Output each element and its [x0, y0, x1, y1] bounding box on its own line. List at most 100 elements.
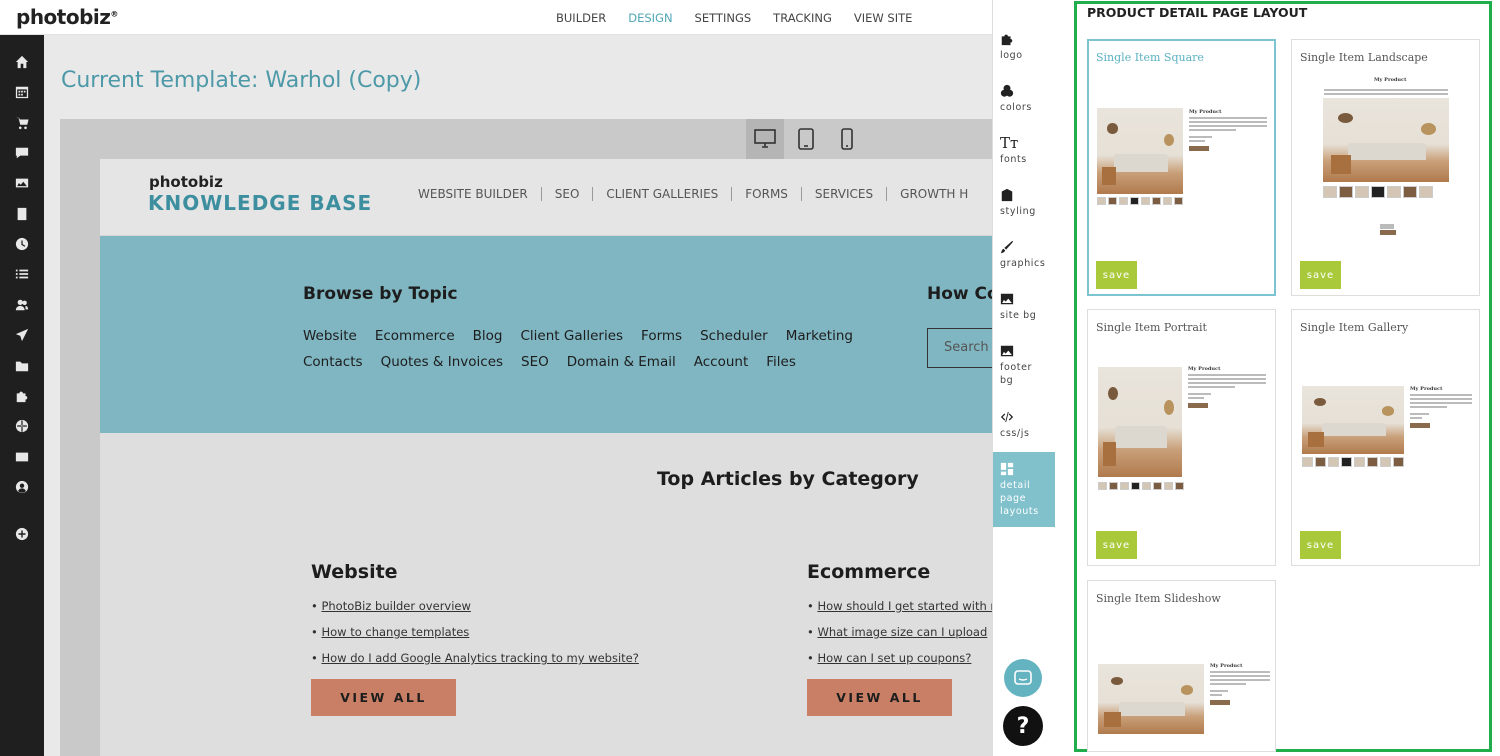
- tool-site-bg[interactable]: site bg: [993, 290, 1056, 322]
- tool-label: detail page layouts: [1000, 480, 1039, 517]
- tool-label: site bg: [1000, 310, 1037, 321]
- puzzle-icon[interactable]: [13, 387, 31, 405]
- article-link[interactable]: • PhotoBiz builder overview: [311, 599, 711, 613]
- layout-panel: PRODUCT DETAIL PAGE LAYOUT Single Item S…: [1055, 0, 1500, 756]
- product-photo: [1098, 367, 1182, 477]
- tool-fonts[interactable]: Tт fonts: [993, 134, 1056, 166]
- save-button[interactable]: save: [1096, 531, 1137, 559]
- tool-colors[interactable]: colors: [993, 82, 1056, 114]
- nav-view-site[interactable]: VIEW SITE: [854, 11, 913, 25]
- code-icon: [1000, 411, 1014, 423]
- article-link[interactable]: • How to change templates: [311, 625, 711, 639]
- layout-name: Single Item Slideshow: [1096, 592, 1221, 605]
- tool-label: css/js: [1000, 428, 1030, 439]
- article-link[interactable]: • How do I add Google Analytics tracking…: [311, 651, 711, 665]
- tool-graphics[interactable]: graphics: [993, 238, 1056, 270]
- layout-name: Single Item Portrait: [1096, 321, 1207, 334]
- kb-logo-bottom: KNOWLEDGE BASE: [148, 191, 373, 215]
- left-sidebar: [0, 35, 44, 756]
- topic-link[interactable]: Website: [303, 328, 357, 344]
- mobile-view-button[interactable]: [828, 119, 866, 159]
- view-all-button[interactable]: VIEW ALL: [807, 679, 952, 716]
- save-button[interactable]: save: [1300, 531, 1341, 559]
- browse-title: Browse by Topic: [303, 284, 458, 304]
- layout-name: Single Item Gallery: [1300, 321, 1409, 334]
- nav-tracking[interactable]: TRACKING: [773, 11, 832, 25]
- account-icon[interactable]: [13, 478, 31, 496]
- layout-name: Single Item Landscape: [1300, 51, 1428, 64]
- chat-button[interactable]: [1004, 659, 1042, 697]
- topic-link[interactable]: Forms: [641, 328, 682, 344]
- image-icon: [1000, 293, 1014, 305]
- site-nav-item[interactable]: FORMS: [732, 187, 802, 201]
- page-title: Current Template: Warhol (Copy): [61, 68, 422, 93]
- list-icon[interactable]: [13, 265, 31, 283]
- column-title: Ecommerce: [807, 561, 931, 583]
- help-button[interactable]: ?: [1003, 706, 1043, 746]
- topic-link[interactable]: Blog: [473, 328, 503, 344]
- topic-link[interactable]: Scheduler: [700, 328, 768, 344]
- site-nav-item[interactable]: SEO: [542, 187, 594, 201]
- calendar-grid-icon[interactable]: [13, 83, 31, 101]
- topic-link[interactable]: Quotes & Invoices: [381, 354, 503, 370]
- chat-icon[interactable]: [13, 144, 31, 162]
- clock-icon[interactable]: [13, 235, 31, 253]
- building-icon: [1001, 188, 1013, 202]
- cart-icon[interactable]: [13, 114, 31, 132]
- view-all-button[interactable]: VIEW ALL: [311, 679, 456, 716]
- topic-link[interactable]: SEO: [521, 354, 549, 370]
- folder-icon[interactable]: [13, 357, 31, 375]
- layout-card-gallery[interactable]: Single Item Gallery My Product save: [1291, 309, 1480, 566]
- add-icon[interactable]: [13, 525, 31, 543]
- topic-link[interactable]: Files: [766, 354, 796, 370]
- home-icon[interactable]: [13, 53, 31, 71]
- send-icon[interactable]: [13, 326, 31, 344]
- app-logo[interactable]: photobiz®: [16, 5, 118, 29]
- search-input[interactable]: Search: [927, 328, 992, 368]
- nav-builder[interactable]: BUILDER: [556, 11, 606, 25]
- tablet-view-button[interactable]: [787, 119, 825, 159]
- product-info: My Product: [1189, 109, 1267, 151]
- topic-link[interactable]: Domain & Email: [567, 354, 676, 370]
- tablet-icon: [798, 128, 814, 150]
- article-link[interactable]: • How can I set up coupons?: [807, 651, 992, 665]
- desktop-view-button[interactable]: [746, 119, 784, 159]
- topic-link[interactable]: Account: [694, 354, 749, 370]
- users-icon[interactable]: [13, 296, 31, 314]
- save-button[interactable]: save: [1300, 261, 1341, 289]
- layout-card-slideshow[interactable]: Single Item Slideshow My Product: [1087, 580, 1276, 752]
- top-articles-title: Top Articles by Category: [657, 468, 919, 490]
- chat-icon: [1014, 670, 1032, 685]
- nav-design[interactable]: DESIGN: [628, 11, 672, 25]
- tool-logo[interactable]: logo: [993, 30, 1056, 62]
- topic-link[interactable]: Ecommerce: [375, 328, 455, 344]
- topic-link[interactable]: Contacts: [303, 354, 363, 370]
- topic-link[interactable]: Marketing: [786, 328, 853, 344]
- tool-label: footer bg: [1000, 362, 1033, 386]
- layout-card-square[interactable]: Single Item Square My Product save: [1087, 39, 1276, 296]
- topic-link[interactable]: Client Galleries: [520, 328, 623, 344]
- mail-icon[interactable]: [13, 448, 31, 466]
- tool-styling[interactable]: styling: [993, 186, 1056, 218]
- document-icon[interactable]: [13, 205, 31, 223]
- layout-card-landscape[interactable]: Single Item Landscape My Product save: [1291, 39, 1480, 296]
- article-link[interactable]: • How should I get started with n: [807, 599, 992, 613]
- desktop-icon: [754, 129, 776, 148]
- site-nav-item[interactable]: GROWTH H: [887, 187, 981, 201]
- site-nav-item[interactable]: CLIENT GALLERIES: [593, 187, 733, 201]
- article-link[interactable]: • What image size can I upload: [807, 625, 992, 639]
- nav-settings[interactable]: SETTINGS: [695, 11, 752, 25]
- save-button[interactable]: save: [1096, 261, 1137, 289]
- globe-icon[interactable]: [13, 417, 31, 435]
- gallery-icon[interactable]: [13, 174, 31, 192]
- site-nav-item[interactable]: WEBSITE BUILDER: [405, 187, 542, 201]
- tool-detail-page-layouts[interactable]: detail page layouts: [993, 452, 1056, 527]
- site-nav-item[interactable]: SERVICES: [802, 187, 888, 201]
- product-name: My Product: [1374, 77, 1407, 83]
- layout-card-portrait[interactable]: Single Item Portrait My Product save: [1087, 309, 1276, 566]
- column-title: Website: [311, 561, 398, 583]
- tool-footer-bg[interactable]: footer bg: [993, 342, 1056, 387]
- tool-label: logo: [1000, 50, 1023, 61]
- tool-css-js[interactable]: css/js: [993, 408, 1056, 440]
- color-circles-icon: [1000, 84, 1014, 97]
